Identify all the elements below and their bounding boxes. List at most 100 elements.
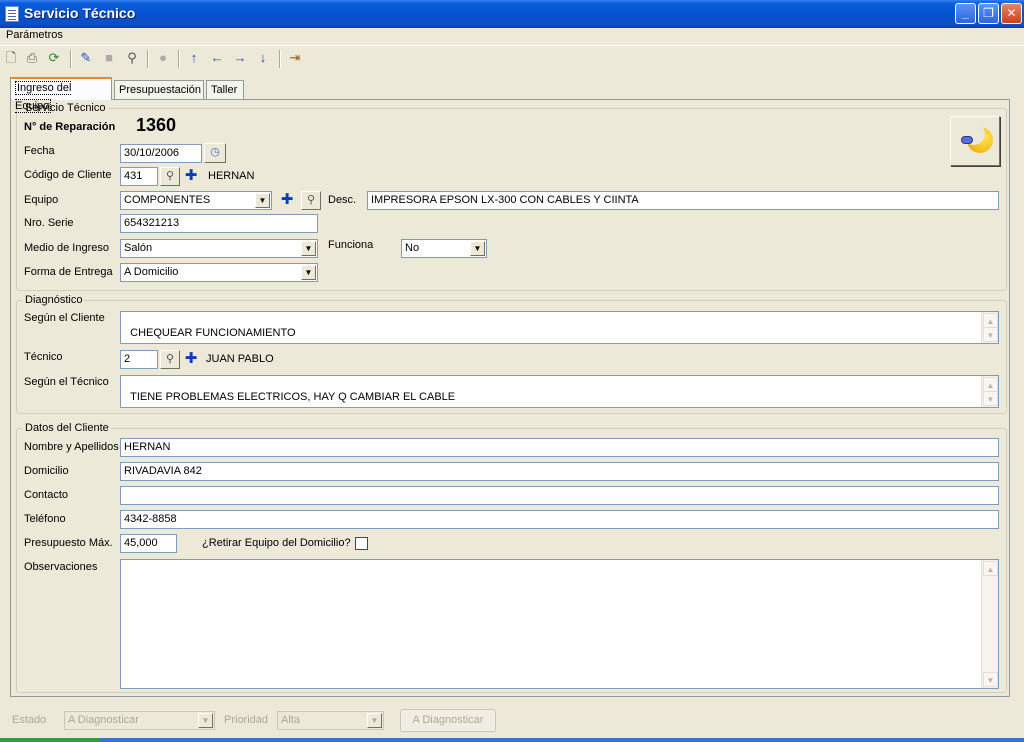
presupuesto-input[interactable]: 45,000 (120, 534, 177, 553)
observaciones-label: Observaciones (24, 561, 98, 573)
retirar-label: ¿Retirar Equipo del Domicilio? (202, 537, 351, 549)
segun-cliente-label: Según el Cliente (24, 312, 105, 324)
search-cliente-icon[interactable]: ⚲ (160, 167, 180, 186)
segun-tecnico-textarea[interactable]: TIENE PROBLEMAS ELECTRICOS, HAY Q CAMBIA… (120, 375, 999, 408)
prioridad-select[interactable]: Alta ▼ (277, 711, 384, 730)
domicilio-label: Domicilio (24, 465, 69, 477)
print-icon[interactable]: ⎙ (24, 50, 40, 66)
chevron-down-icon: ▼ (301, 241, 316, 256)
forma-entrega-label: Forma de Entrega (24, 266, 113, 278)
scroll-up-icon[interactable]: ▲ (983, 313, 998, 328)
scroll-down-icon[interactable]: ▼ (983, 327, 998, 342)
edit-icon[interactable]: ✎ (78, 50, 94, 66)
add-tecnico-icon[interactable]: ✚ (182, 350, 200, 369)
app-icon (5, 6, 19, 22)
connector-icon (961, 136, 973, 144)
arrow-left-icon[interactable]: ← (209, 50, 225, 66)
tecnico-label: Técnico (24, 351, 63, 363)
search-icon[interactable]: ⚲ (124, 50, 140, 66)
serie-label: Nro. Serie (24, 217, 74, 229)
codigo-cliente-input[interactable]: 431 (120, 167, 158, 186)
toolbar-separator (147, 50, 149, 68)
equipo-select[interactable]: COMPONENTES ▼ (120, 191, 272, 210)
retirar-checkbox[interactable] (355, 537, 368, 550)
add-cliente-icon[interactable]: ✚ (182, 167, 200, 186)
medio-ingreso-label: Medio de Ingreso (24, 242, 109, 254)
telefono-label: Teléfono (24, 513, 66, 525)
chevron-down-icon: ▼ (470, 241, 485, 256)
add-equipo-icon[interactable]: ✚ (278, 191, 296, 210)
refresh-icon[interactable]: ⟳ (46, 50, 62, 66)
tab-taller[interactable]: Taller (206, 80, 244, 100)
fecha-input[interactable]: 30/10/2006 (120, 144, 202, 163)
arrow-down-icon[interactable]: ↓ (255, 50, 271, 66)
prioridad-label: Prioridad (224, 714, 269, 726)
window-title: Servicio Técnico (24, 5, 136, 21)
domicilio-input[interactable]: RIVADAVIA 842 (120, 462, 999, 481)
codigo-cliente-label: Código de Cliente (24, 169, 112, 181)
telefono-input[interactable]: 4342-8858 (120, 510, 999, 529)
chevron-down-icon: ▼ (367, 713, 382, 728)
forma-entrega-select[interactable]: A Domicilio ▼ (120, 263, 318, 282)
chevron-down-icon: ▼ (255, 193, 270, 208)
close-button[interactable]: ✕ (1001, 3, 1022, 24)
group-legend: Datos del Cliente (23, 422, 111, 434)
stop-icon[interactable]: ■ (101, 50, 117, 66)
chevron-down-icon: ▼ (301, 265, 316, 280)
chevron-down-icon: ▼ (198, 713, 213, 728)
tecnico-nombre: JUAN PABLO (206, 353, 274, 365)
fecha-label: Fecha (24, 145, 55, 157)
menu-item-parametros[interactable]: Parámetros (6, 29, 63, 41)
estado-select[interactable]: A Diagnosticar ▼ (64, 711, 215, 730)
segun-cliente-textarea[interactable]: CHEQUEAR FUNCIONAMIENTO ▲ ▼ (120, 311, 999, 344)
toolbar-separator (178, 50, 180, 68)
equipo-label: Equipo (24, 194, 59, 206)
serie-input[interactable]: 654321213 (120, 214, 318, 233)
contacto-label: Contacto (24, 489, 69, 501)
desc-label: Desc. (328, 194, 357, 206)
reparacion-number: 1360 (136, 115, 177, 135)
scrollbar[interactable]: ▲ ▼ (981, 376, 998, 407)
reparacion-label: N° de Reparación (24, 121, 116, 133)
estado-label: Estado (12, 714, 47, 726)
scrollbar[interactable]: ▲ ▼ (981, 312, 998, 343)
desc-input[interactable]: IMPRESORA EPSON LX-300 CON CABLES Y CIIN… (367, 191, 999, 210)
cliente-nombre: HERNAN (208, 170, 255, 182)
contacto-input[interactable] (120, 486, 999, 505)
search-tecnico-icon[interactable]: ⚲ (160, 350, 180, 369)
toolbar-separator (70, 50, 72, 68)
arrow-up-icon[interactable]: ↑ (186, 50, 202, 66)
observaciones-textarea[interactable]: ▲ ▼ (120, 559, 999, 689)
process-button[interactable] (950, 116, 1000, 166)
presupuesto-label: Presupuesto Máx. (24, 537, 113, 549)
tab-ingreso-del-equipo[interactable]: Ingreso del Equipo (10, 77, 112, 113)
taskbar-edge (0, 738, 1024, 742)
menu-bar: Parámetros (0, 28, 1024, 44)
nombre-input[interactable]: HERNAN (120, 438, 999, 457)
restore-button[interactable]: ❐ (978, 3, 999, 24)
nombre-label: Nombre y Apellidos (24, 441, 119, 453)
segun-tecnico-label: Según el Técnico (24, 376, 109, 388)
scroll-up-icon[interactable]: ▲ (983, 377, 998, 392)
tecnico-input[interactable]: 2 (120, 350, 158, 369)
scrollbar[interactable]: ▲ ▼ (981, 560, 998, 688)
record-icon[interactable]: ● (155, 50, 171, 66)
exit-icon[interactable]: ⇥ (287, 50, 303, 66)
scroll-down-icon[interactable]: ▼ (983, 672, 998, 687)
new-icon[interactable]: 🗋 (3, 50, 19, 66)
tab-presupuestacion[interactable]: Presupuestación (114, 80, 204, 100)
scroll-down-icon[interactable]: ▼ (983, 391, 998, 406)
group-legend: Diagnóstico (23, 294, 85, 306)
calendar-icon[interactable]: ◷ (204, 143, 226, 163)
scroll-up-icon[interactable]: ▲ (983, 561, 998, 576)
toolbar: 🗋 ⎙ ⟳ ✎ ■ ⚲ ● ↑ ← → ↓ ⇥ (0, 45, 1024, 71)
medio-ingreso-select[interactable]: Salón ▼ (120, 239, 318, 258)
search-equipo-icon[interactable]: ⚲ (301, 191, 321, 210)
funciona-label: Funciona (328, 239, 374, 251)
arrow-right-icon[interactable]: → (232, 50, 248, 66)
minimize-button[interactable]: _ (955, 3, 976, 24)
a-diagnosticar-button[interactable]: A Diagnosticar (400, 709, 496, 732)
toolbar-separator (279, 50, 281, 68)
title-bar: Servicio Técnico _ ❐ ✕ (0, 0, 1024, 28)
funciona-select[interactable]: No ▼ (401, 239, 487, 258)
